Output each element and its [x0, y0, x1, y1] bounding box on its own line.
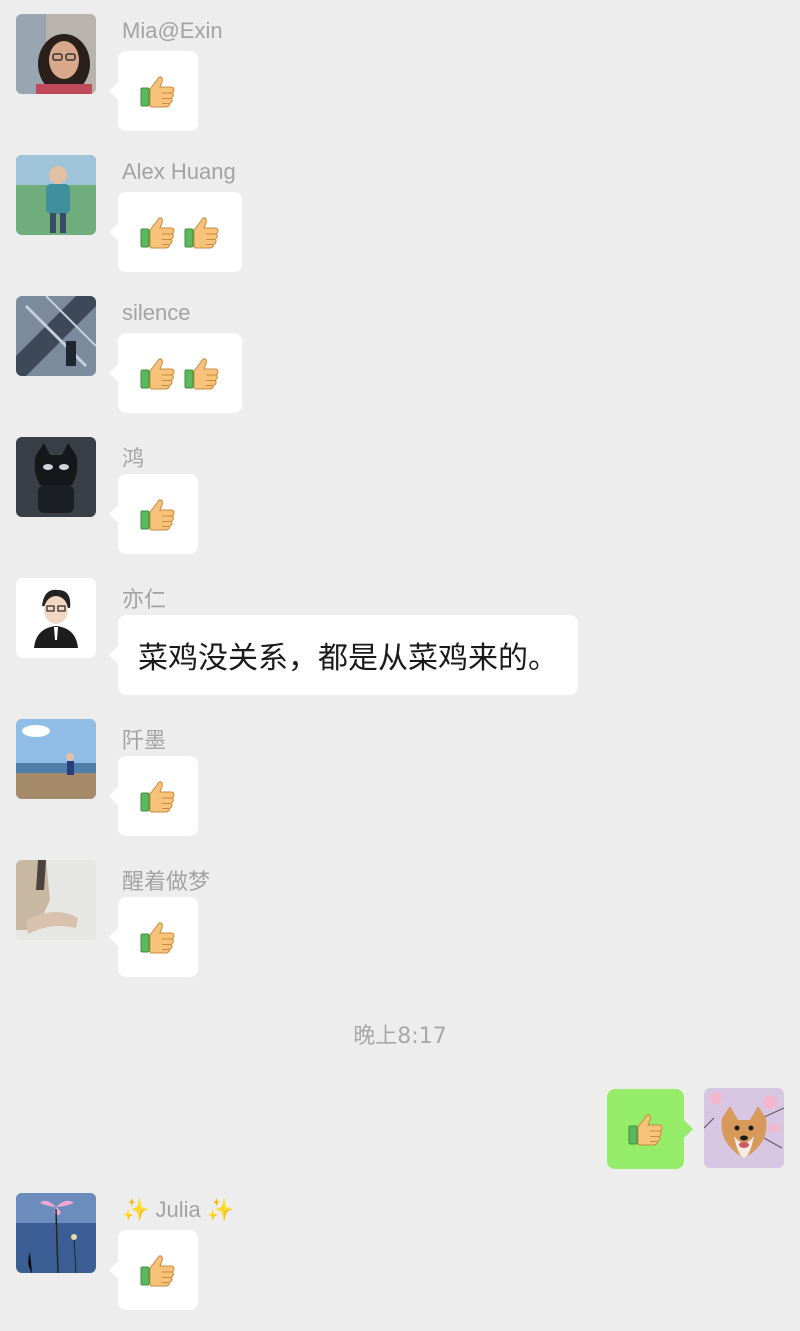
- thumbs-up-icon: [138, 776, 178, 816]
- thumbs-up-icon: [138, 494, 178, 534]
- sender-name: ✨ Julia ✨: [122, 1197, 234, 1223]
- thumbs-up-icon: [138, 212, 178, 252]
- thumbs-up-icon: [138, 71, 178, 111]
- thumbs-up-icon: [626, 1109, 666, 1149]
- avatar[interactable]: [16, 296, 96, 376]
- avatar[interactable]: [16, 155, 96, 235]
- thumbs-up-icon: [138, 917, 178, 957]
- message-bubble[interactable]: [109, 192, 242, 272]
- sender-name: Alex Huang: [122, 159, 236, 184]
- sender-name: Mia@Exin: [122, 18, 223, 43]
- thumbs-up-icon: [182, 353, 222, 393]
- message-bubble[interactable]: [109, 897, 198, 977]
- thumbs-up-icon: [182, 212, 222, 252]
- sparkles-icon: ✨: [122, 1197, 150, 1222]
- message-bubble[interactable]: [109, 474, 198, 554]
- sender-name: 鸿: [122, 446, 145, 471]
- chat-view: { "messages": [ {"sender": "Mia@Exin", "…: [0, 0, 800, 1331]
- message-bubble[interactable]: [109, 333, 242, 413]
- thumbs-up-icon: [138, 1250, 178, 1290]
- sender-name: silence: [122, 300, 191, 325]
- sender-name-text: Julia: [155, 1197, 201, 1222]
- avatar[interactable]: [16, 578, 96, 658]
- message-bubble[interactable]: [109, 756, 198, 836]
- message-bubble[interactable]: [109, 51, 198, 131]
- avatar[interactable]: [16, 14, 96, 94]
- sender-name: 亦仁: [122, 587, 167, 612]
- timestamp: 晚上8:17: [353, 1024, 447, 1049]
- self-message-bubble[interactable]: [607, 1089, 693, 1169]
- avatar[interactable]: [16, 1193, 96, 1273]
- avatar[interactable]: [16, 719, 96, 799]
- thumbs-up-icon: [138, 353, 178, 393]
- message-bubble[interactable]: [109, 1230, 198, 1310]
- self-avatar[interactable]: [704, 1088, 784, 1168]
- avatar[interactable]: [16, 437, 96, 517]
- sender-name: 阡墨: [122, 728, 167, 753]
- avatar[interactable]: [16, 860, 96, 940]
- sender-name: 醒着做梦: [122, 869, 211, 894]
- message-bubble[interactable]: 菜鸡没关系，都是从菜鸡来的。: [109, 615, 578, 695]
- sparkles-icon: ✨: [206, 1197, 235, 1222]
